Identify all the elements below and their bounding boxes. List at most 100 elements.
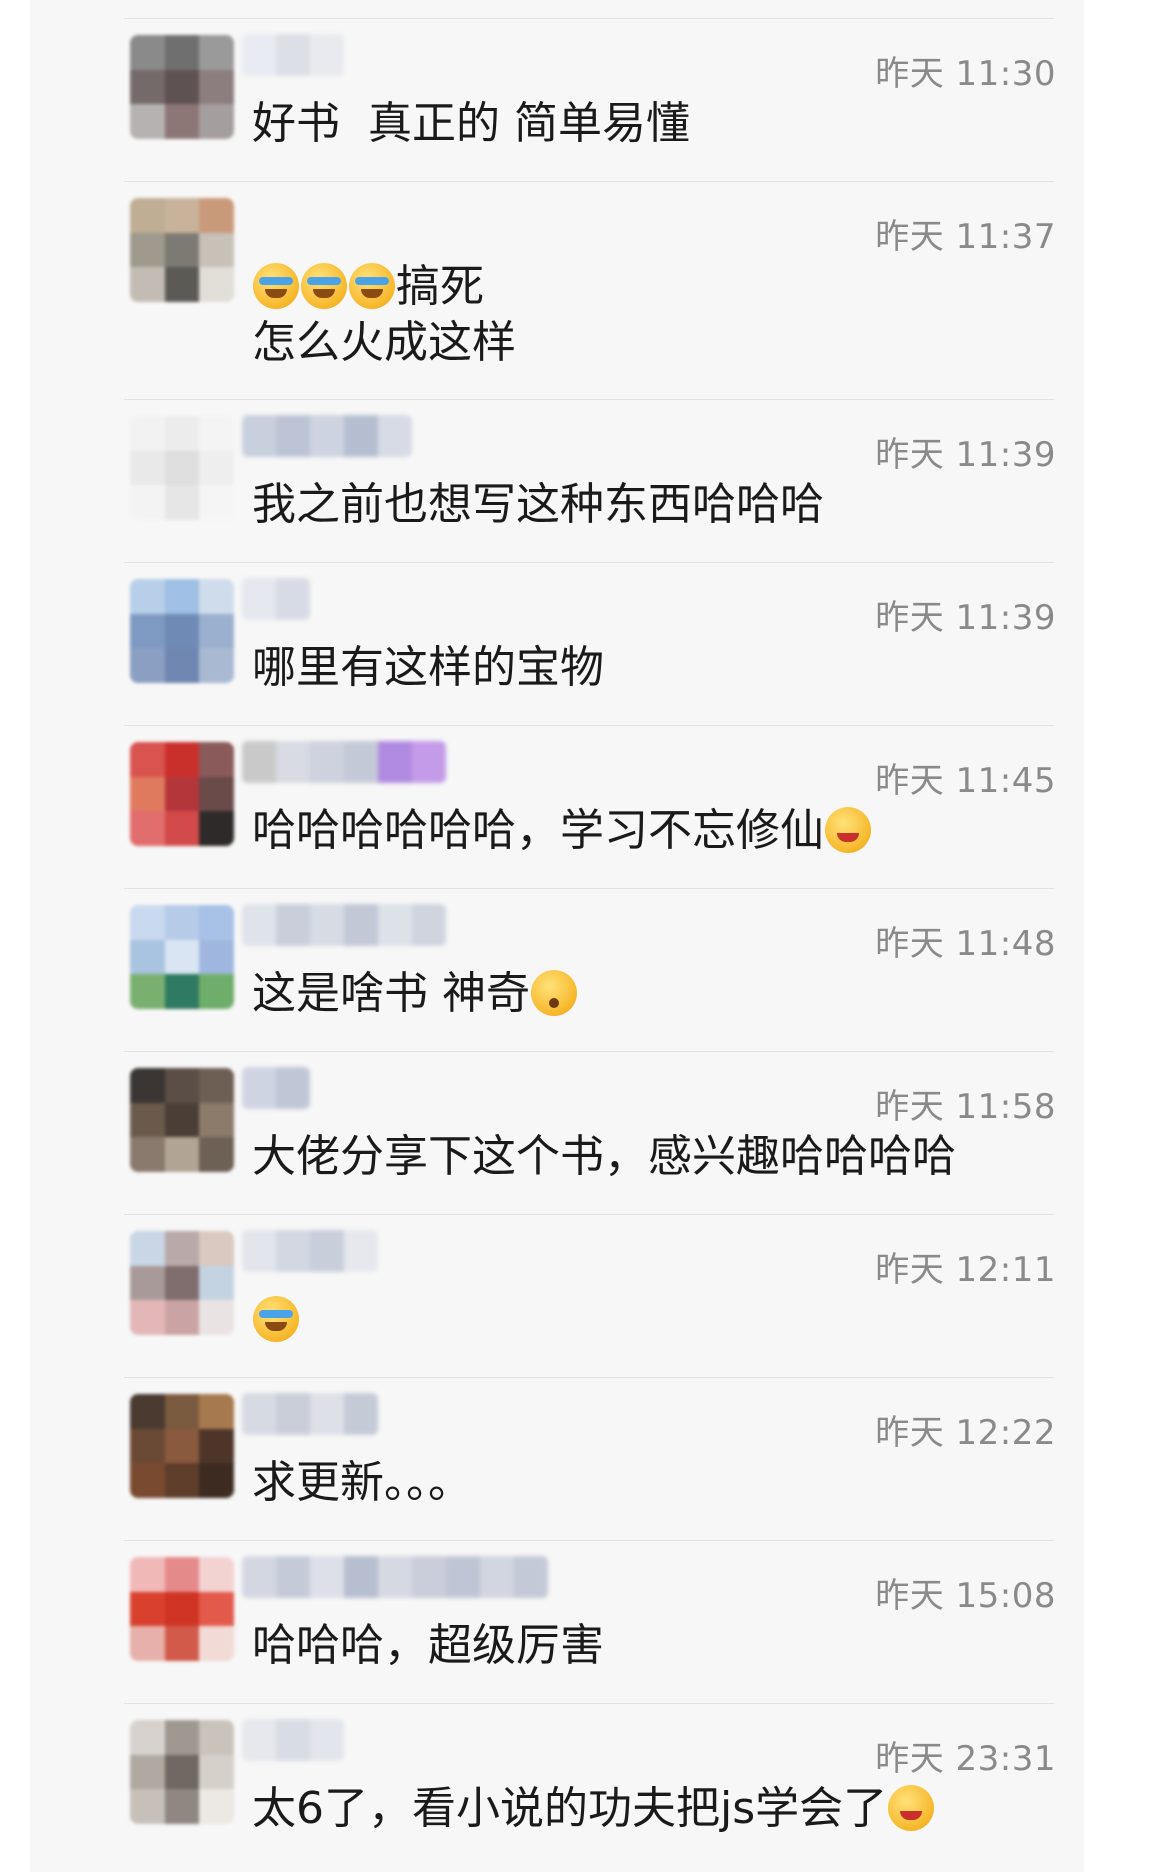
nickname-pixel xyxy=(276,1230,310,1272)
nickname-pixel xyxy=(276,1556,310,1598)
nickname-blurred[interactable] xyxy=(242,34,344,76)
avatar-pixel xyxy=(130,35,165,70)
nickname-blurred[interactable] xyxy=(242,1393,378,1435)
avatar-pixel xyxy=(199,1754,234,1790)
avatar[interactable] xyxy=(130,416,234,520)
comment-time: 昨天 12:11 xyxy=(875,1250,1056,1290)
avatar-pixel xyxy=(164,648,200,683)
nickname-blurred[interactable] xyxy=(242,578,310,620)
comment-text-line: 这是啥书 神奇 xyxy=(252,968,530,1019)
avatar-pixel xyxy=(199,579,234,614)
avatar-pixel xyxy=(130,1265,165,1301)
comment-item: 昨天 12:22 求更新。。。 xyxy=(30,1377,1084,1540)
avatar-pixel xyxy=(164,69,200,105)
avatar[interactable] xyxy=(130,1557,234,1661)
nickname-pixel xyxy=(242,1230,276,1272)
comment-item: 昨天 11:37 搞死 怎么火成这样 xyxy=(30,181,1084,399)
comment-text-line: 怎么火成这样 xyxy=(252,317,516,368)
avatar[interactable] xyxy=(130,1394,234,1498)
avatar-pixel xyxy=(130,1394,165,1429)
avatar[interactable] xyxy=(130,1231,234,1335)
nickname-pixel xyxy=(310,1230,344,1272)
avatar-pixel xyxy=(164,416,200,451)
avatar-pixel xyxy=(130,1626,165,1661)
nickname-pixel xyxy=(344,904,378,946)
avatar-pixel xyxy=(164,579,200,614)
nickname-pixel xyxy=(242,1556,276,1598)
avatar-pixel xyxy=(199,776,234,812)
nickname-pixel xyxy=(276,904,310,946)
nickname-pixel xyxy=(242,1393,276,1435)
avatar-pixel xyxy=(164,811,200,846)
avatar-pixel xyxy=(199,1463,234,1498)
avatar-pixel xyxy=(199,416,234,451)
nickname-blurred[interactable] xyxy=(242,1230,378,1272)
comment-time: 昨天 11:48 xyxy=(875,924,1056,964)
nickname-blurred[interactable] xyxy=(242,1719,344,1761)
nickname-blurred[interactable] xyxy=(242,1556,548,1598)
avatar-pixel xyxy=(130,1754,165,1790)
comment-panel: 昨天 11:30 好书 真正的 简单易懂 昨天 11:37 搞死 怎么火成这样 昨天 11… xyxy=(30,0,1084,1872)
avatar[interactable] xyxy=(130,579,234,683)
avatar-pixel xyxy=(199,232,234,268)
nickname-pixel xyxy=(310,1556,344,1598)
avatar-pixel xyxy=(199,1557,234,1592)
nickname-pixel xyxy=(276,1067,310,1109)
comment-text: 哈哈哈，超级厉害 xyxy=(252,1618,604,1674)
comment-text-line: 哈哈哈哈哈哈，学习不忘修仙 xyxy=(252,805,824,856)
avatar-pixel xyxy=(199,1265,234,1301)
crying-laughing-emoji-icon xyxy=(349,263,395,309)
comment-text-line: 哪里有这样的宝物 xyxy=(252,642,604,693)
comment-time: 昨天 11:37 xyxy=(875,217,1056,257)
avatar-pixel xyxy=(130,1557,165,1592)
nickname-blurred[interactable] xyxy=(242,904,446,946)
nickname-pixel xyxy=(242,415,276,457)
comment-time: 昨天 12:22 xyxy=(875,1413,1056,1453)
nickname-blurred[interactable] xyxy=(242,741,446,783)
avatar[interactable] xyxy=(130,742,234,846)
comment-item: 昨天 12:11 xyxy=(30,1214,1084,1377)
nickname-pixel xyxy=(412,1556,446,1598)
nickname-pixel xyxy=(344,1556,378,1598)
avatar-pixel xyxy=(164,1300,200,1335)
avatar-pixel xyxy=(130,232,165,268)
avatar-pixel xyxy=(199,267,234,302)
avatar-pixel xyxy=(199,905,234,940)
avatar-pixel xyxy=(130,104,165,139)
nickname-pixel xyxy=(276,578,310,620)
nickname-blurred[interactable] xyxy=(242,1067,310,1109)
avatar-pixel xyxy=(164,104,200,139)
avatar-pixel xyxy=(130,974,165,1009)
avatar-pixel xyxy=(199,198,234,233)
nickname-pixel xyxy=(242,34,276,76)
nickname-pixel xyxy=(276,741,310,783)
avatar[interactable] xyxy=(130,198,234,302)
nickname-pixel xyxy=(446,1556,480,1598)
avatar-pixel xyxy=(130,742,165,777)
nickname-blurred[interactable] xyxy=(242,415,412,457)
avatar-pixel xyxy=(164,1102,200,1138)
comment-time: 昨天 11:58 xyxy=(875,1087,1056,1127)
nickname-pixel xyxy=(480,1556,514,1598)
avatar[interactable] xyxy=(130,1068,234,1172)
avatar[interactable] xyxy=(130,1720,234,1824)
avatar-pixel xyxy=(199,1068,234,1103)
avatar-pixel xyxy=(199,1626,234,1661)
nickname-pixel xyxy=(344,415,378,457)
comment-divider xyxy=(124,888,1054,889)
nickname-pixel xyxy=(310,1719,344,1761)
avatar[interactable] xyxy=(130,35,234,139)
avatar-pixel xyxy=(164,1557,200,1592)
avatar-pixel xyxy=(199,1300,234,1335)
avatar-pixel xyxy=(199,1591,234,1627)
avatar[interactable] xyxy=(130,905,234,1009)
comment-text: 求更新。。。 xyxy=(252,1455,472,1511)
avatar-pixel xyxy=(130,267,165,302)
avatar-pixel xyxy=(164,485,200,520)
nickname-pixel xyxy=(344,741,378,783)
crying-laughing-emoji-icon xyxy=(301,263,347,309)
avatar-pixel xyxy=(164,1231,200,1266)
crying-laughing-emoji-icon xyxy=(253,1296,299,1342)
avatar-pixel xyxy=(164,1754,200,1790)
comment-text: 大佬分享下这个书，感兴趣哈哈哈哈 xyxy=(252,1129,956,1185)
